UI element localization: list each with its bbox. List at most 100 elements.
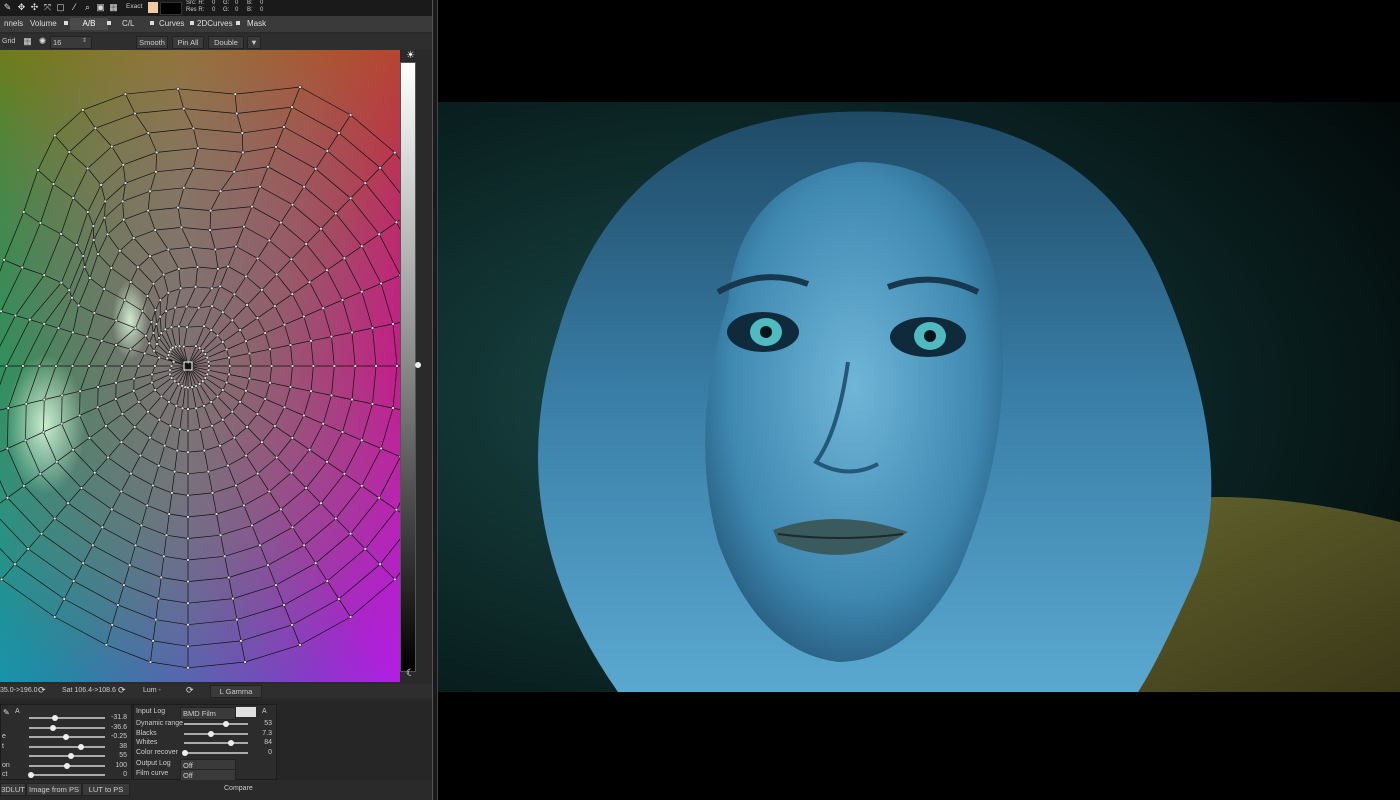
mesh-point[interactable] (290, 292, 294, 296)
mesh-point[interactable] (86, 210, 90, 214)
mesh-point[interactable] (166, 247, 170, 252)
mesh-point[interactable] (337, 131, 341, 135)
mesh-point[interactable] (348, 113, 353, 117)
mesh-point[interactable] (93, 471, 97, 475)
mesh-point[interactable] (158, 298, 162, 302)
mesh-point[interactable] (96, 252, 100, 256)
mesh-point[interactable] (110, 144, 114, 149)
mesh-point[interactable] (159, 575, 163, 580)
mesh-point[interactable] (138, 453, 143, 458)
mesh-point[interactable] (279, 507, 283, 512)
mesh-point[interactable] (148, 660, 153, 664)
tab-mask[interactable]: Mask (243, 18, 270, 30)
mesh-point[interactable] (54, 364, 58, 368)
mesh-point[interactable] (173, 379, 177, 383)
mesh-point[interactable] (114, 381, 118, 385)
mesh-point[interactable] (96, 405, 100, 409)
mesh-point[interactable] (206, 360, 211, 364)
mesh-point[interactable] (215, 333, 220, 338)
mesh-point[interactable] (67, 288, 71, 292)
frame-icon[interactable]: ▣ (95, 2, 106, 13)
mesh-point[interactable] (71, 196, 75, 200)
mesh-point[interactable] (377, 496, 381, 500)
mesh-point[interactable] (167, 400, 171, 404)
mesh-point[interactable] (105, 232, 110, 236)
mesh-point[interactable] (145, 294, 150, 298)
mesh-point[interactable] (114, 397, 118, 401)
mesh-point[interactable] (116, 603, 120, 607)
mesh-point[interactable] (166, 291, 171, 295)
mesh-point[interactable] (263, 331, 267, 335)
mesh-point[interactable] (81, 561, 85, 565)
mesh-point[interactable] (151, 282, 156, 286)
mesh-point[interactable] (70, 364, 75, 368)
mesh-point[interactable] (203, 352, 208, 356)
mesh-point[interactable] (247, 376, 252, 381)
mesh-point[interactable] (363, 181, 367, 185)
mesh-point[interactable] (180, 406, 185, 410)
mesh-point[interactable] (350, 397, 354, 402)
mesh-point[interactable] (53, 133, 57, 138)
mesh-point[interactable] (23, 438, 28, 442)
mesh-point[interactable] (304, 486, 308, 490)
mesh-point[interactable] (258, 543, 262, 547)
mesh-point[interactable] (194, 406, 198, 410)
mesh-point[interactable] (184, 304, 189, 309)
mesh-point[interactable] (290, 436, 294, 440)
mesh-point[interactable] (122, 583, 126, 587)
mesh-point[interactable] (120, 364, 124, 368)
mesh-point[interactable] (232, 170, 236, 174)
mesh-point[interactable] (256, 256, 260, 261)
mesh-point[interactable] (151, 331, 156, 335)
mesh-point[interactable] (53, 615, 57, 619)
mesh-point[interactable] (56, 326, 61, 330)
mesh-point[interactable] (81, 254, 85, 258)
mesh-point[interactable] (38, 221, 43, 225)
move-icon[interactable]: ✥ (16, 2, 27, 13)
mesh-point[interactable] (186, 558, 190, 562)
mesh-point[interactable] (165, 356, 169, 361)
mesh-point[interactable] (109, 266, 113, 270)
mesh-point[interactable] (298, 85, 302, 89)
mesh-point[interactable] (329, 334, 334, 339)
mesh-point[interactable] (153, 308, 158, 312)
pipette-icon[interactable]: ✎ (2, 2, 13, 13)
log-slider-track[interactable] (184, 723, 248, 725)
mesh-point[interactable] (169, 325, 174, 329)
mesh-point[interactable] (342, 472, 347, 476)
mesh-point[interactable] (302, 543, 306, 547)
lum-reset-icon[interactable]: ⟳ (186, 685, 194, 696)
mesh-point[interactable] (100, 339, 104, 343)
mesh-point[interactable] (93, 126, 98, 130)
left-slider-track[interactable] (29, 774, 105, 776)
mesh-point[interactable] (221, 418, 225, 422)
mesh-point[interactable] (255, 412, 260, 416)
log-slider-track[interactable] (184, 751, 248, 754)
mesh-point[interactable] (171, 360, 176, 364)
mesh-point[interactable] (36, 168, 40, 172)
mesh-point[interactable] (85, 334, 89, 339)
mesh-point[interactable] (5, 446, 10, 451)
sat-reset-icon[interactable]: ⟳ (118, 685, 126, 696)
mesh-point[interactable] (250, 523, 254, 528)
mesh-point[interactable] (159, 394, 164, 399)
mesh-point[interactable] (216, 267, 220, 271)
mesh-point[interactable] (100, 525, 104, 529)
mesh-point[interactable] (298, 643, 302, 647)
left-slider-knob[interactable] (51, 715, 58, 721)
mesh-point[interactable] (238, 328, 242, 332)
mesh-point[interactable] (136, 265, 140, 269)
mesh-point[interactable] (340, 298, 345, 302)
mesh-point[interactable] (288, 343, 293, 347)
mesh-point[interactable] (42, 397, 46, 402)
mesh-point[interactable] (342, 256, 347, 260)
mesh-point[interactable] (227, 372, 231, 377)
mesh-point[interactable] (334, 211, 338, 216)
mesh-point[interactable] (260, 288, 264, 292)
mesh-point[interactable] (42, 273, 46, 277)
gamma-dropdown[interactable]: L Gamma (210, 685, 262, 698)
mesh-point[interactable] (224, 380, 229, 385)
mesh-point[interactable] (269, 364, 274, 368)
log-slider-knob[interactable] (207, 730, 214, 737)
tab-curves[interactable]: Curves (155, 18, 188, 30)
